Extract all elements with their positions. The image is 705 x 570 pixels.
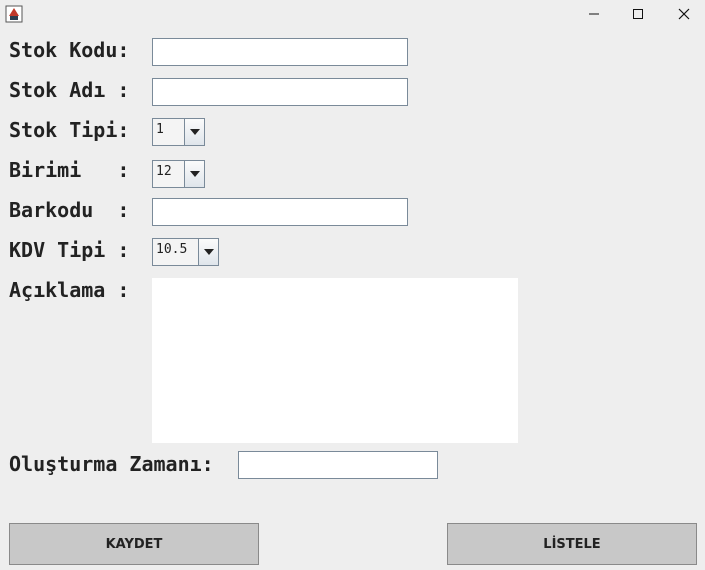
listele-button[interactable]: LİSTELE [447, 523, 697, 565]
stok-adi-input[interactable] [152, 78, 408, 106]
olusturma-zamani-label: Oluşturma Zamanı: [9, 452, 214, 476]
maximize-icon [633, 9, 643, 19]
kdv-tipi-select[interactable]: 10.5 [152, 238, 219, 266]
minimize-icon [589, 13, 599, 15]
stok-kodu-input[interactable] [152, 38, 408, 66]
stok-kodu-label: Stok Kodu: [9, 38, 130, 62]
birimi-label: Birimi : [9, 158, 130, 182]
java-cup-icon [5, 5, 23, 23]
aciklama-textarea[interactable] [152, 278, 518, 443]
kdv-tipi-label: KDV Tipi : [9, 238, 130, 262]
aciklama-label: Açıklama : [9, 278, 130, 302]
chevron-down-icon[interactable] [184, 161, 204, 187]
chevron-down-icon[interactable] [184, 119, 204, 145]
barkodu-label: Barkodu : [9, 198, 130, 222]
olusturma-zamani-input[interactable] [238, 451, 438, 479]
birimi-select[interactable]: 12 [152, 160, 205, 188]
stok-tipi-select[interactable]: 1 [152, 118, 205, 146]
close-icon [678, 8, 690, 20]
kdv-tipi-value: 10.5 [156, 242, 188, 257]
minimize-button[interactable] [571, 0, 617, 28]
chevron-down-icon[interactable] [198, 239, 218, 265]
birimi-value: 12 [156, 164, 172, 179]
stok-tipi-label: Stok Tipi: [9, 118, 130, 142]
stok-adi-label: Stok Adı : [9, 78, 130, 102]
close-button[interactable] [661, 0, 705, 28]
title-bar [0, 0, 705, 28]
kaydet-button[interactable]: KAYDET [9, 523, 259, 565]
barkodu-input[interactable] [152, 198, 408, 226]
maximize-button[interactable] [615, 0, 661, 28]
stok-tipi-value: 1 [156, 122, 164, 137]
